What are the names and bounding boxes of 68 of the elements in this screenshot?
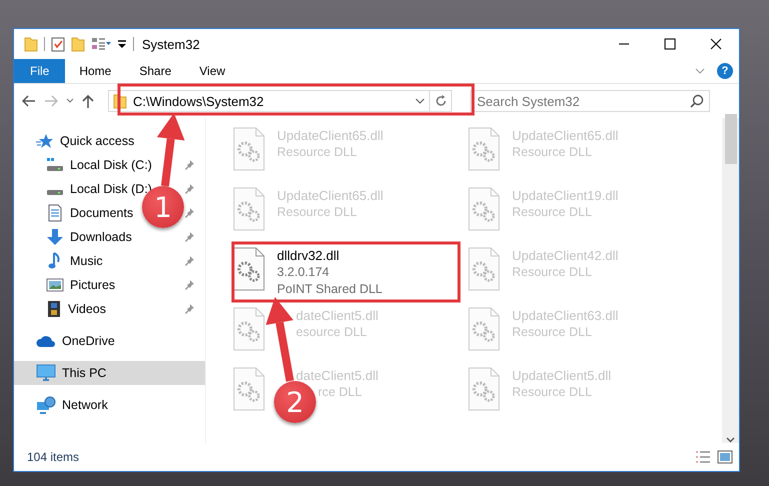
scroll-thumb[interactable] bbox=[724, 114, 736, 164]
dropdown-chevron-icon[interactable] bbox=[415, 97, 425, 105]
recent-locations-chevron-icon[interactable] bbox=[66, 98, 74, 104]
file-menu-button[interactable]: File bbox=[14, 59, 66, 83]
download-arrow-icon bbox=[46, 228, 64, 246]
picture-icon bbox=[46, 277, 64, 293]
file-detail: Resource DLL bbox=[512, 144, 593, 161]
large-icons-view-icon[interactable] bbox=[717, 450, 733, 464]
expand-ribbon-icon[interactable] bbox=[695, 67, 705, 75]
search-field[interactable]: Search System32 bbox=[470, 90, 710, 112]
folder-icon bbox=[24, 36, 38, 52]
cloud-icon bbox=[36, 334, 56, 348]
sidebar-item[interactable]: Quick access bbox=[60, 134, 134, 148]
file-detail: Resource DLL bbox=[277, 204, 358, 221]
sidebar-item[interactable]: Local Disk (C:) bbox=[70, 158, 152, 172]
refresh-button[interactable] bbox=[430, 90, 452, 112]
document-icon bbox=[46, 204, 64, 222]
details-view-icon[interactable] bbox=[695, 450, 711, 464]
up-arrow-icon[interactable] bbox=[82, 94, 94, 108]
window-title: System32 bbox=[142, 36, 200, 52]
file-detail: Resource DLL bbox=[512, 204, 593, 221]
sidebar-item[interactable]: Videos bbox=[68, 302, 106, 316]
dll-file-icon bbox=[231, 126, 267, 172]
star-icon bbox=[36, 133, 54, 149]
item-count: 104 items bbox=[27, 450, 80, 464]
scroll-down-icon[interactable] bbox=[726, 437, 735, 443]
sidebar-item[interactable]: Downloads bbox=[70, 230, 132, 244]
help-button[interactable]: ? bbox=[717, 63, 733, 79]
sidebar-item[interactable]: Music bbox=[70, 254, 103, 268]
back-arrow-icon[interactable] bbox=[22, 95, 36, 107]
dll-file-icon bbox=[466, 366, 502, 412]
maximize-icon[interactable] bbox=[664, 38, 676, 50]
file-detail: PoINT Shared DLL bbox=[277, 281, 382, 298]
dll-file-icon bbox=[231, 306, 267, 352]
ribbon-tab[interactable]: Home bbox=[65, 59, 126, 83]
sidebar-item[interactable]: This PC bbox=[14, 361, 205, 385]
file-detail: Resource DLL bbox=[512, 264, 593, 281]
dll-file-icon bbox=[466, 246, 502, 292]
file-detail: Resource DLL bbox=[277, 144, 358, 161]
sidebar-item[interactable]: Network bbox=[62, 398, 108, 412]
refresh-icon bbox=[434, 95, 446, 107]
drive-icon bbox=[46, 157, 64, 173]
sidebar-item[interactable]: OneDrive bbox=[62, 334, 115, 348]
file-detail: rce DLL bbox=[318, 384, 363, 401]
network-icon bbox=[36, 396, 56, 414]
dll-file-icon bbox=[231, 186, 267, 232]
file-name[interactable]: dlldrv32.dll bbox=[277, 247, 382, 264]
ribbon-tab[interactable]: Share bbox=[125, 59, 186, 83]
file-detail: 3.2.0.174 bbox=[277, 264, 330, 281]
dll-file-icon bbox=[466, 306, 502, 352]
film-icon bbox=[46, 300, 62, 318]
search-icon bbox=[690, 94, 704, 108]
view-options-icon[interactable] bbox=[91, 37, 111, 51]
file-detail: Resource DLL bbox=[512, 384, 593, 401]
drive-icon bbox=[46, 188, 64, 196]
dll-file-icon bbox=[466, 186, 502, 232]
monitor-icon bbox=[36, 364, 56, 382]
properties-icon[interactable] bbox=[51, 36, 65, 52]
sidebar-item[interactable]: Documents bbox=[70, 206, 134, 220]
dll-file-icon bbox=[466, 126, 502, 172]
file-detail: Resource DLL bbox=[512, 324, 593, 341]
sidebar-item[interactable]: Pictures bbox=[70, 278, 116, 292]
dll-file-icon bbox=[231, 366, 267, 412]
customize-toolbar-icon[interactable] bbox=[117, 39, 127, 49]
address-bar[interactable]: C:\Windows\System32 bbox=[108, 90, 430, 112]
file-detail: esource DLL bbox=[296, 324, 368, 341]
ribbon-tab[interactable]: View bbox=[185, 59, 240, 83]
close-icon[interactable] bbox=[710, 38, 722, 50]
